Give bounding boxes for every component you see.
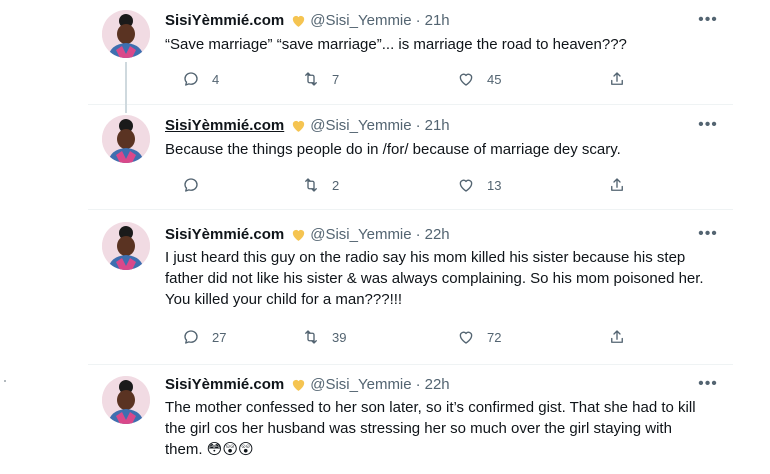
- tweet-text: I just heard this guy on the radio say h…: [165, 249, 704, 308]
- like-icon: [459, 179, 473, 192]
- retweet-icon: [305, 178, 317, 192]
- tweet-1[interactable]: SisiYèmmié.com @Sisi_Yemmie · 21h ••• “S…: [88, 0, 733, 105]
- tweet-text: The mother confessed to her son later, s…: [165, 399, 696, 458]
- more-icon[interactable]: •••: [697, 373, 719, 395]
- separator: ·: [415, 11, 421, 29]
- display-name[interactable]: SisiYèmmié.com: [165, 376, 284, 393]
- stray-dot: [4, 380, 6, 382]
- timestamp[interactable]: 22h: [425, 226, 450, 243]
- tweet-header: SisiYèmmié.com @Sisi_Yemmie · 21h: [165, 9, 450, 31]
- more-label: •••: [698, 225, 718, 242]
- display-name[interactable]: SisiYèmmié.com: [165, 226, 284, 243]
- tweet-header: SisiYèmmié.com @Sisi_Yemmie · 22h: [165, 373, 450, 395]
- tweet-actions: 27 39 72: [156, 325, 636, 349]
- handle[interactable]: @Sisi_Yemmie: [310, 226, 411, 243]
- tweet-text: Because the things people do in /for/ be…: [165, 141, 621, 158]
- retweet-count: 7: [332, 71, 340, 87]
- share-button[interactable]: [608, 325, 638, 349]
- timestamp[interactable]: 22h: [425, 376, 450, 393]
- tweet-2[interactable]: SisiYèmmié.com @Sisi_Yemmie · 21h ••• Be…: [88, 105, 733, 210]
- reply-count: 4: [212, 71, 220, 87]
- handle[interactable]: @Sisi_Yemmie: [310, 117, 411, 134]
- reply-button[interactable]: 27: [182, 325, 226, 349]
- like-button[interactable]: 72: [457, 325, 501, 349]
- like-count: 45: [487, 71, 502, 87]
- timestamp[interactable]: 21h: [425, 12, 450, 29]
- more-icon[interactable]: •••: [697, 9, 719, 31]
- thread-line: [125, 62, 127, 105]
- like-count: 13: [487, 177, 502, 193]
- display-name[interactable]: SisiYèmmié.com: [165, 117, 284, 134]
- avatar[interactable]: [102, 376, 150, 424]
- tweet-4[interactable]: SisiYèmmié.com @Sisi_Yemmie · 22h ••• Th…: [88, 365, 733, 474]
- retweet-button[interactable]: 7: [302, 67, 339, 91]
- share-icon: [611, 178, 623, 191]
- display-name[interactable]: SisiYèmmié.com: [165, 12, 284, 29]
- more-icon[interactable]: •••: [697, 223, 719, 245]
- like-count: 72: [487, 329, 502, 345]
- share-button[interactable]: [608, 173, 638, 197]
- reply-icon: [184, 72, 198, 86]
- timestamp[interactable]: 21h: [425, 117, 450, 134]
- retweet-icon: [305, 72, 317, 86]
- retweet-count: 2: [332, 177, 340, 193]
- more-label: •••: [698, 375, 718, 392]
- reply-icon: [184, 330, 198, 344]
- reply-icon: [184, 178, 198, 192]
- tweet-header: SisiYèmmié.com @Sisi_Yemmie · 22h: [165, 223, 450, 245]
- like-button[interactable]: 45: [457, 67, 501, 91]
- more-icon[interactable]: •••: [697, 114, 719, 136]
- yellow-heart-icon: [293, 120, 305, 132]
- handle[interactable]: @Sisi_Yemmie: [310, 376, 411, 393]
- tweet-actions: 4 7 45: [156, 67, 636, 91]
- retweet-button[interactable]: 39: [302, 325, 346, 349]
- separator: ·: [415, 225, 421, 243]
- like-icon: [459, 331, 473, 344]
- separator: ·: [415, 375, 421, 393]
- tweet-actions: 2 13: [156, 173, 636, 197]
- like-icon: [459, 73, 473, 86]
- like-button[interactable]: 13: [457, 173, 501, 197]
- retweet-button[interactable]: 2: [302, 173, 339, 197]
- separator: ·: [415, 116, 421, 134]
- yellow-heart-icon: [293, 229, 305, 241]
- share-icon: [611, 330, 623, 343]
- reply-button[interactable]: 4: [182, 67, 219, 91]
- more-label: •••: [698, 116, 718, 133]
- avatar[interactable]: [102, 10, 150, 58]
- avatar[interactable]: [102, 222, 150, 270]
- reply-count: 27: [212, 329, 227, 345]
- share-icon: [611, 72, 623, 85]
- handle[interactable]: @Sisi_Yemmie: [310, 12, 411, 29]
- thread-line: [125, 105, 127, 113]
- retweet-icon: [305, 330, 317, 344]
- reply-button[interactable]: [182, 173, 212, 197]
- tweet-3[interactable]: SisiYèmmié.com @Sisi_Yemmie · 22h ••• I …: [88, 210, 733, 365]
- tweet-header: SisiYèmmié.com @Sisi_Yemmie · 21h: [165, 114, 450, 136]
- tweet-thread: SisiYèmmié.com @Sisi_Yemmie · 21h ••• “S…: [88, 0, 733, 474]
- tweet-text: “Save marriage” “save marriage”... is ma…: [165, 36, 627, 53]
- yellow-heart-icon: [293, 379, 305, 391]
- retweet-count: 39: [332, 329, 347, 345]
- share-button[interactable]: [608, 67, 638, 91]
- avatar[interactable]: [102, 115, 150, 163]
- more-label: •••: [698, 11, 718, 28]
- yellow-heart-icon: [293, 15, 305, 27]
